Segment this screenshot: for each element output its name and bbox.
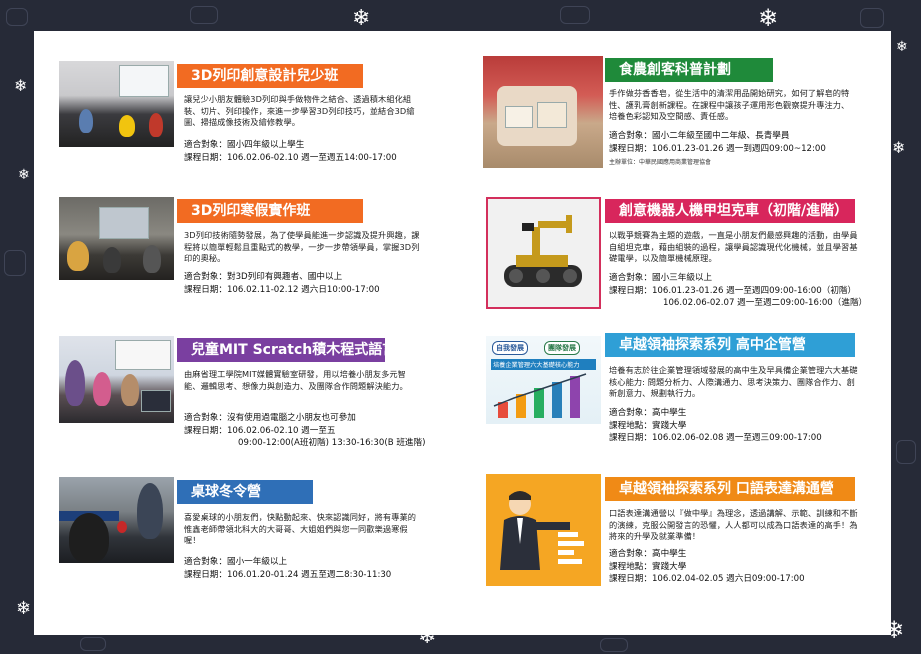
monitor (141, 390, 171, 412)
soap-card (505, 106, 533, 128)
paddle (117, 521, 127, 533)
course-meta-5: 適合對象：國小二年級至國中二年級、長青學員 課程日期：106.01.23-01.… (609, 130, 826, 170)
course-date: 課程日期：106.01.23-01.26 週一至週四09:00-16:00（初階… (609, 285, 857, 296)
snowflake-icon: ❄ (892, 138, 906, 157)
course-title-4: 桌球冬令營 (177, 480, 313, 504)
course-title-1: 3D列印創意設計兒少班 (177, 64, 363, 88)
image-caption: 培養企業管理六大基礎核心能力 (491, 359, 596, 370)
snowflake-icon: ❄ (352, 6, 371, 31)
course-meta-3: 適合對象：沒有使用過電腦之小朋友也可參加 課程日期：106.02.06-02.1… (184, 412, 425, 450)
present-doodle-icon (190, 6, 218, 24)
course-photo-robot-tank (486, 197, 601, 309)
course-photo-3d-classroom (59, 61, 174, 147)
course-photo-soap (483, 56, 603, 168)
course-title-5: 食農創客科普計劃 (605, 58, 773, 82)
course-date-2: 106.02.06-02.07 週一至週二09:00-16:00（進階） (663, 298, 868, 308)
course-meta-1: 適合對象：國小四年級以上學生 課程日期：106.02.06-02.10 週一至週… (184, 139, 397, 164)
student-figure (93, 372, 111, 406)
snowflake-icon: ❄ (16, 598, 32, 619)
course-desc-8: 口語表達溝通營以『做中學』為理念，透過講解、示範、訓練和不斷的演練，克服公開發言… (609, 508, 858, 541)
course-date: 課程日期：106.02.06-02.10 週一至週五14:00-17:00 (184, 152, 397, 163)
student-figure (65, 360, 85, 406)
course-title-7: 卓越領袖探索系列 高中企管營 (605, 333, 855, 357)
student-figure (69, 513, 109, 563)
course-title-8: 卓越領袖探索系列 口語表達溝通營 (605, 477, 855, 501)
course-date: 課程日期：106.01.20-01.24 週五至週二8:30-11:30 (184, 569, 392, 580)
course-date: 課程日期：106.02.06-02.10 週一至五 (184, 425, 336, 436)
student-figure (67, 241, 89, 271)
snowflake-icon: ❄ (18, 167, 30, 183)
course-target: 適合對象：高中學生 (609, 408, 687, 418)
course-target: 適合對象：對3D列印有興趣者、國中以上 (184, 272, 343, 282)
course-date: 課程日期：106.01.23-01.26 週一到週四09:00~12:00 (609, 143, 826, 154)
course-place: 課程地點：實踐大學 (609, 561, 687, 572)
student-figure (121, 374, 139, 406)
presenter-icon (500, 491, 584, 570)
robot-tank-icon (504, 215, 582, 287)
snowflake-icon: ❄ (14, 76, 28, 95)
course-desc-5: 手作做芬香香皂，從生活中的清潔用品開始研究，如何了解皂的特性、護乳膏創新課程。在… (609, 88, 850, 121)
present-doodle-icon (80, 637, 106, 651)
course-meta-4: 適合對象：國小一年級以上 課程日期：106.01.20-01.24 週五至週二8… (184, 556, 391, 581)
course-date: 課程日期：106.02.11-02.12 週六日10:00-17:00 (184, 284, 380, 295)
projector-screen (99, 207, 149, 239)
student-figure (119, 115, 135, 137)
course-photo-table-tennis (59, 477, 174, 563)
image-tag-self: 自我發展 (492, 341, 528, 355)
course-photo-business-camp: 自我發展 團隊發展 培養企業管理六大基礎核心能力 (486, 336, 601, 424)
student-figure (143, 245, 161, 273)
course-target: 適合對象：高中學生 (609, 549, 687, 559)
growth-chart-icon (493, 373, 587, 418)
whiteboard (115, 340, 171, 370)
course-meta-8: 適合對象：高中學生 課程地點：實踐大學 課程日期：106.02.04-02.05… (609, 548, 805, 586)
course-desc-2: 3D列印技術隨勢發展，為了使學員能進一步認識及提升興趣，課程將以簡單輕鬆且重點式… (184, 230, 420, 263)
course-photo-3d-workshop (59, 197, 174, 280)
student-figure (149, 113, 163, 137)
course-meta-6: 適合對象：國小三年級以上 課程日期：106.01.23-01.26 週一至週四0… (609, 272, 867, 310)
present-doodle-icon (600, 638, 628, 652)
course-target: 適合對象：沒有使用過電腦之小朋友也可參加 (184, 413, 356, 423)
course-title-6: 創意機器人機甲坦克車（初階/進階） (605, 199, 855, 223)
course-target: 適合對象：國小四年級以上學生 (184, 140, 305, 150)
present-doodle-icon (4, 250, 26, 276)
present-doodle-icon (560, 6, 590, 24)
coach-figure (137, 483, 163, 539)
snowflake-icon: ❄ (758, 4, 779, 32)
present-doodle-icon (860, 8, 884, 28)
course-desc-6: 以戰爭競賽為主題的遊戲，一直是小朋友們最感興趣的活動，由學員自組坦克車，藉由組裝… (609, 230, 858, 263)
course-date: 課程日期：106.02.04-02.05 週六日09:00-17:00 (609, 574, 805, 584)
snowflake-icon: ❄ (896, 39, 908, 55)
student-figure (79, 109, 93, 133)
course-meta-2: 適合對象：對3D列印有興趣者、國中以上 課程日期：106.02.11-02.12… (184, 271, 380, 296)
course-organizer: 主辦單位：中華民國應用商業管理協會 (609, 159, 712, 166)
course-place: 課程地點：實踐大學 (609, 420, 687, 431)
course-photo-speech (486, 474, 601, 586)
brochure-page: 3D列印創意設計兒少班 讓兒少小朋友體驗3D列印與手做物件之結合、透過積木組化組… (34, 31, 891, 635)
course-title-2: 3D列印寒假實作班 (177, 199, 363, 223)
student-figure (103, 247, 121, 273)
course-title-3: 兒童MIT Scratch積木程式語言 (177, 338, 396, 362)
course-target: 適合對象：國小二年級至國中二年級、長青學員 (609, 131, 790, 141)
course-target: 適合對象：國小一年級以上 (184, 557, 288, 567)
course-desc-4: 喜愛桌球的小朋友們，快點動起來、快來認識同好，將有專業的惟鑫老師帶領北科大的大哥… (184, 512, 417, 545)
course-desc-7: 培養有志於往企業管理領域發展的高中生及早具備企業管理六大基礎核心能力: 問題分析… (609, 365, 858, 398)
projector-screen (119, 65, 169, 97)
course-date: 課程日期：106.02.06-02.08 週一至週三09:00-17:00 (609, 433, 822, 443)
present-doodle-icon (896, 440, 916, 464)
course-desc-1: 讓兒少小朋友體驗3D列印與手做物件之結合、透過積木組化組裝、切片、列印操作，來進… (184, 94, 415, 127)
course-meta-7: 適合對象：高中學生 課程地點：實踐大學 課程日期：106.02.06-02.08… (609, 407, 822, 445)
soap-card (537, 102, 567, 128)
course-date-2: 09:00-12:00(A班初階) 13:30-16:30(B 班進階) (238, 438, 426, 448)
course-photo-scratch (59, 336, 174, 423)
course-desc-3: 由麻省理工學院MIT媒體實驗室研發，用以培養小朋友多元智能、邏輯思考、想像力與創… (184, 369, 408, 391)
image-tag-team: 團隊發展 (544, 341, 580, 355)
present-doodle-icon (6, 8, 28, 26)
course-target: 適合對象：國小三年級以上 (609, 273, 713, 283)
